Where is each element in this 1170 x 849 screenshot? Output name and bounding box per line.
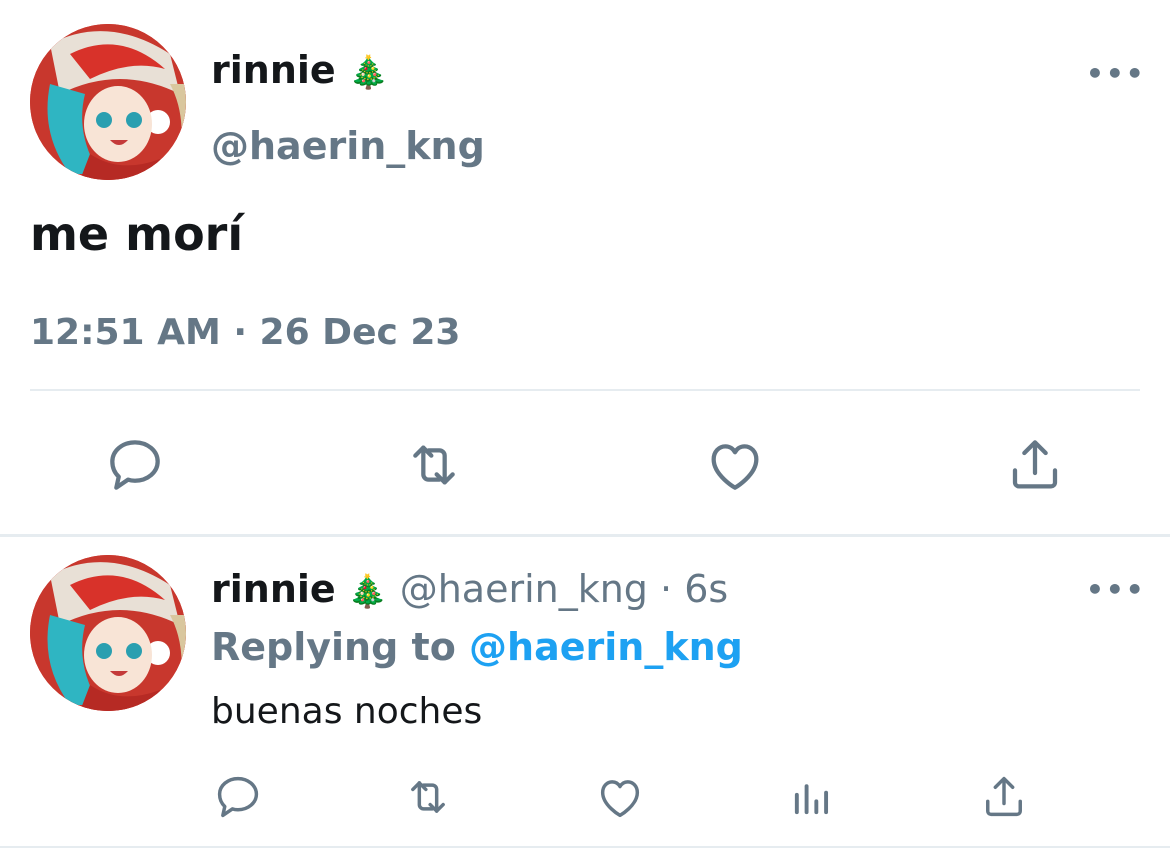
christmas-tree-emoji: 🎄 xyxy=(347,572,388,610)
retweet-icon[interactable] xyxy=(402,771,454,823)
reply-text: buenas noches xyxy=(211,691,483,732)
bottom-divider xyxy=(0,846,1170,848)
christmas-tree-emoji: 🎄 xyxy=(348,53,389,91)
author-handle[interactable]: @haerin_kng xyxy=(211,123,485,169)
tweet-text: me morí xyxy=(30,207,244,261)
author-name[interactable]: rinnie 🎄 xyxy=(211,47,389,95)
author-avatar[interactable] xyxy=(30,24,186,180)
reply-author-avatar[interactable] xyxy=(30,555,186,711)
replying-to: Replying to @haerin_kng xyxy=(211,624,743,670)
tweet-timestamp[interactable]: 12:51 AM · 26 Dec 23 xyxy=(30,311,460,355)
share-icon[interactable] xyxy=(978,771,1030,823)
avatar-image xyxy=(30,24,186,180)
like-icon[interactable] xyxy=(594,771,646,823)
replying-to-handle[interactable]: @haerin_kng xyxy=(469,625,743,669)
reply-icon[interactable] xyxy=(212,771,264,823)
reply-time[interactable]: 6s xyxy=(684,567,728,611)
reply-author-name[interactable]: rinnie xyxy=(211,567,336,611)
replying-to-label: Replying to xyxy=(211,625,456,669)
section-divider xyxy=(0,534,1170,537)
more-options-icon[interactable]: ••• xyxy=(1086,576,1146,604)
divider xyxy=(30,389,1140,391)
author-name-text: rinnie xyxy=(211,48,336,92)
analytics-icon[interactable] xyxy=(786,771,838,823)
reply-icon[interactable] xyxy=(103,433,167,497)
avatar-image xyxy=(30,555,186,711)
share-icon[interactable] xyxy=(1003,433,1067,497)
reply-author-handle[interactable]: @haerin_kng xyxy=(400,567,648,611)
reply-header: rinnie 🎄 @haerin_kng · 6s xyxy=(211,566,728,614)
more-options-icon[interactable]: ••• xyxy=(1086,60,1146,88)
retweet-icon[interactable] xyxy=(402,433,466,497)
separator-dot: · xyxy=(660,567,673,611)
like-icon[interactable] xyxy=(703,433,767,497)
